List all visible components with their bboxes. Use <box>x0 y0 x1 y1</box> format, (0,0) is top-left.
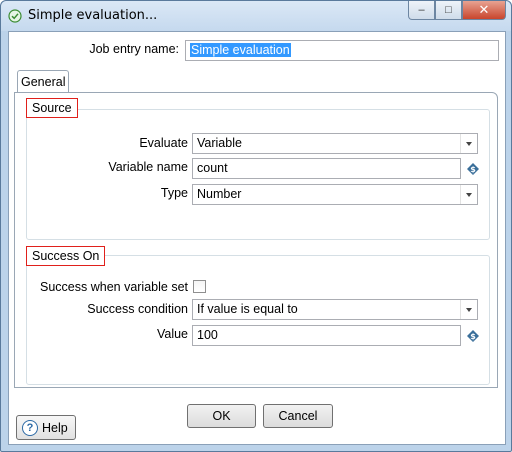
help-icon: ? <box>22 419 38 436</box>
success-when-variable-set-checkbox[interactable] <box>193 280 206 293</box>
evaluate-label: Evaluate <box>139 136 188 150</box>
dialog-window: Simple evaluation... – □ ✕ Job entry nam… <box>0 0 512 452</box>
check-circle-icon <box>8 9 22 23</box>
success-condition-value: If value is equal to <box>197 302 298 316</box>
variable-dollar-icon[interactable]: $ <box>467 330 479 342</box>
chevron-down-icon[interactable] <box>460 300 477 319</box>
success-on-group <box>26 255 490 385</box>
evaluate-value: Variable <box>197 136 242 150</box>
help-button-label: Help <box>42 420 68 435</box>
job-entry-name-value: Simple evaluation <box>190 43 291 57</box>
value-label: Value <box>156 327 188 341</box>
success-on-legend: Success On <box>26 246 106 266</box>
variable-dollar-icon[interactable]: $ <box>467 163 479 175</box>
svg-text:$: $ <box>470 332 476 341</box>
cancel-button[interactable]: Cancel <box>263 404 333 428</box>
tab-general-label: General <box>21 75 66 89</box>
chevron-down-icon[interactable] <box>460 185 477 204</box>
window-controls: – □ ✕ <box>408 1 506 21</box>
variable-name-label: Variable name <box>108 160 188 174</box>
maximize-button[interactable]: □ <box>435 1 462 20</box>
title-bar[interactable]: Simple evaluation... – □ ✕ <box>1 1 511 31</box>
value-input[interactable]: 100 <box>192 325 461 346</box>
tab-general[interactable]: General <box>17 70 69 93</box>
close-button[interactable]: ✕ <box>462 1 506 20</box>
success-condition-select[interactable]: If value is equal to <box>192 299 478 320</box>
chevron-down-icon[interactable] <box>460 134 477 153</box>
source-legend-label: Source <box>32 101 72 115</box>
help-button[interactable]: ? Help <box>16 415 76 440</box>
close-icon: ✕ <box>478 2 490 17</box>
value-value: 100 <box>197 328 218 342</box>
tab-panel-general: Source Evaluate Variable Variable name c… <box>14 92 498 388</box>
type-value: Number <box>197 187 242 201</box>
dialog-body: Job entry name: Simple evaluation Genera… <box>8 31 506 445</box>
minimize-icon: – <box>418 4 425 16</box>
ok-button-label: OK <box>212 409 231 423</box>
job-entry-name-label: Job entry name: <box>89 42 179 56</box>
ok-button[interactable]: OK <box>187 404 256 428</box>
type-label: Type <box>160 186 188 200</box>
cancel-button-label: Cancel <box>278 409 318 423</box>
evaluate-select[interactable]: Variable <box>192 133 478 154</box>
maximize-icon: □ <box>445 4 452 16</box>
type-select[interactable]: Number <box>192 184 478 205</box>
variable-name-input[interactable]: count <box>192 158 461 179</box>
success-condition-label: Success condition <box>87 302 188 316</box>
window-title: Simple evaluation... <box>28 8 158 23</box>
svg-text:$: $ <box>470 165 476 174</box>
job-entry-name-input[interactable]: Simple evaluation <box>185 40 499 61</box>
minimize-button[interactable]: – <box>408 1 435 20</box>
success-when-variable-set-label: Success when variable set <box>40 280 188 294</box>
variable-name-value: count <box>197 161 228 175</box>
source-legend: Source <box>26 98 78 118</box>
success-on-legend-label: Success On <box>32 249 100 263</box>
